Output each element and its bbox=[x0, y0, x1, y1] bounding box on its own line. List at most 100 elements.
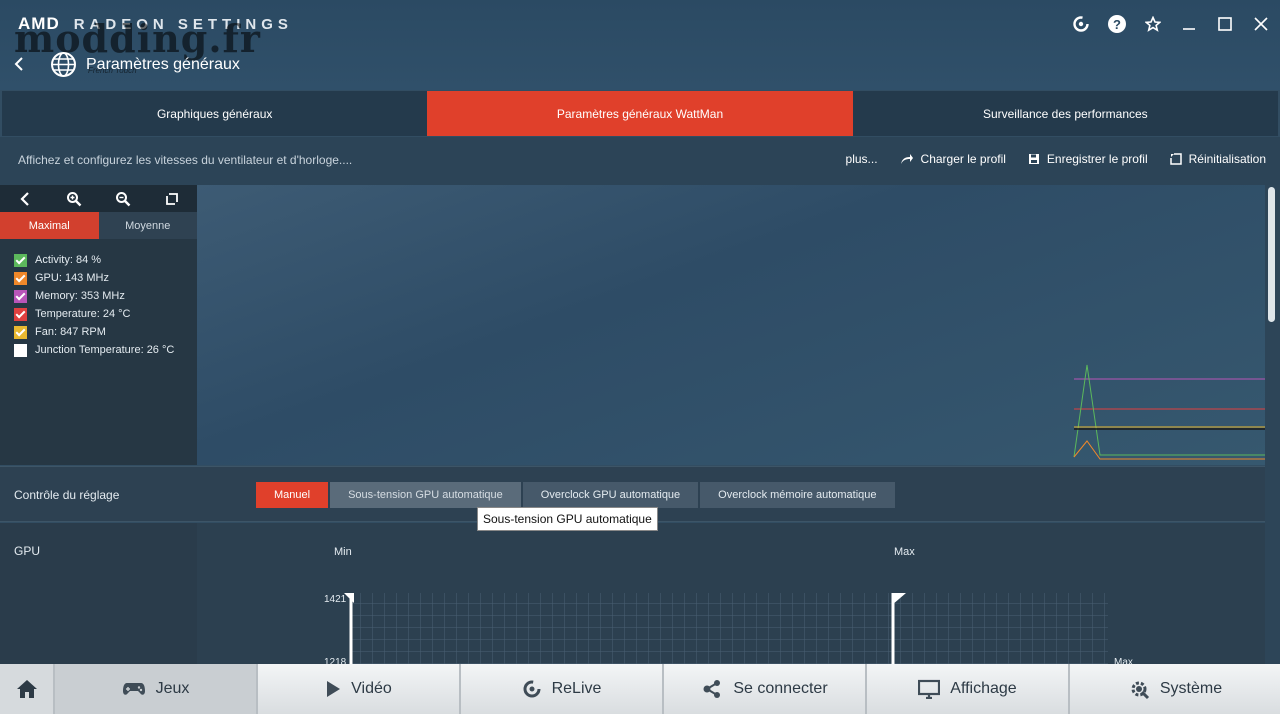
maximize-button[interactable] bbox=[1216, 10, 1234, 38]
mode-auto-oc-memory-button[interactable]: Overclock mémoire automatique bbox=[700, 482, 895, 508]
nav-label: Se connecter bbox=[733, 680, 828, 697]
graph-mode-tabs: Maximal Moyenne bbox=[0, 212, 197, 239]
close-button[interactable] bbox=[1252, 10, 1270, 38]
nav-se-connecter[interactable]: Se connecter bbox=[664, 664, 867, 714]
tab-graphiques-generaux[interactable]: Graphiques généraux bbox=[2, 91, 427, 136]
window-controls: ? bbox=[1072, 10, 1270, 38]
nav-video[interactable]: Vidéo bbox=[258, 664, 461, 714]
gpu-clock-chart[interactable] bbox=[0, 579, 1265, 665]
tab-bar: Graphiques généraux Paramètres généraux … bbox=[2, 91, 1278, 136]
graph-toolbar bbox=[0, 185, 197, 212]
legend-junction-temperature[interactable]: Junction Temperature: 26 °C bbox=[14, 341, 197, 359]
refresh-button[interactable] bbox=[1072, 10, 1090, 38]
expand-icon bbox=[166, 192, 179, 205]
mode-manuel-button[interactable]: Manuel bbox=[256, 482, 329, 508]
zoom-in-button[interactable] bbox=[49, 185, 98, 212]
legend-memory[interactable]: Memory: 353 MHz bbox=[14, 287, 197, 305]
save-profile-button[interactable]: Enregistrer le profil bbox=[1028, 152, 1148, 166]
graph-back-button[interactable] bbox=[0, 185, 49, 212]
fit-view-button[interactable] bbox=[148, 185, 197, 212]
checkbox-icon bbox=[14, 325, 27, 339]
legend-label: Fan: 847 RPM bbox=[35, 326, 106, 338]
zoom-in-icon bbox=[66, 191, 82, 206]
checkbox-icon bbox=[14, 343, 27, 357]
connect-icon bbox=[703, 680, 721, 698]
page-title: Paramètres généraux bbox=[86, 56, 240, 73]
tab-surveillance-performances[interactable]: Surveillance des performances bbox=[853, 91, 1278, 136]
more-link[interactable]: plus... bbox=[846, 152, 878, 166]
legend-temperature[interactable]: Temperature: 24 °C bbox=[14, 305, 197, 323]
monitor-icon bbox=[918, 679, 941, 699]
maximize-icon bbox=[1218, 17, 1232, 31]
close-icon bbox=[1254, 17, 1268, 31]
profile-actions: plus... Charger le profil Enregistrer le… bbox=[846, 152, 1266, 166]
info-description: Affichez et configurez les vitesses du v… bbox=[18, 153, 353, 167]
radeon-settings-window: AMD RADEON SETTINGS modding.fr French To… bbox=[0, 0, 1280, 714]
zoom-out-button[interactable] bbox=[99, 185, 148, 212]
help-icon: ? bbox=[1108, 15, 1126, 33]
tab-wattman[interactable]: Paramètres généraux WattMan bbox=[427, 91, 853, 136]
nav-label: ReLive bbox=[551, 680, 602, 697]
globe-icon bbox=[51, 52, 76, 77]
chevron-left-icon bbox=[14, 57, 23, 71]
checkbox-icon bbox=[14, 253, 27, 267]
load-profile-button[interactable]: Charger le profil bbox=[900, 152, 1006, 166]
legend-fan[interactable]: Fan: 847 RPM bbox=[14, 323, 197, 341]
play-icon bbox=[327, 681, 341, 697]
tooltip: Sous-tension GPU automatique bbox=[477, 507, 658, 531]
scrollbar-thumb[interactable] bbox=[1268, 187, 1275, 322]
star-icon bbox=[1145, 16, 1161, 32]
relive-icon bbox=[523, 680, 541, 698]
home-button[interactable] bbox=[0, 664, 55, 714]
load-profile-label: Charger le profil bbox=[920, 152, 1006, 166]
gpu-label: GPU bbox=[14, 544, 41, 558]
legend-label: Junction Temperature: 26 °C bbox=[35, 344, 175, 356]
nav-affichage[interactable]: Affichage bbox=[867, 664, 1070, 714]
minimize-icon bbox=[1183, 28, 1195, 30]
checkbox-icon bbox=[14, 307, 27, 321]
legend-label: Memory: 353 MHz bbox=[35, 290, 125, 302]
save-icon bbox=[1028, 154, 1039, 164]
tuning-control-label: Contrôle du réglage bbox=[14, 488, 120, 502]
chevron-left-icon bbox=[20, 191, 29, 206]
gpu-section-header: GPU Min Max bbox=[0, 523, 1265, 579]
graph-lines bbox=[1073, 364, 1265, 460]
favorite-button[interactable] bbox=[1144, 10, 1162, 38]
nav-label: Jeux bbox=[155, 680, 190, 697]
legend-label: Temperature: 24 °C bbox=[35, 308, 131, 320]
home-icon bbox=[16, 680, 37, 698]
nav-relive[interactable]: ReLive bbox=[461, 664, 664, 714]
mode-undervolt-button[interactable]: Sous-tension GPU automatique bbox=[330, 482, 521, 508]
help-button[interactable]: ? bbox=[1108, 10, 1126, 38]
mode-auto-oc-gpu-button[interactable]: Overclock GPU automatique bbox=[522, 482, 699, 508]
legend-label: Activity: 84 % bbox=[35, 254, 102, 266]
legend-activity[interactable]: Activity: 84 % bbox=[14, 251, 197, 269]
graph-legend-panel: Maximal Moyenne Activity: 84 % GPU: 143 … bbox=[0, 185, 197, 465]
gamepad-icon bbox=[122, 683, 145, 695]
chart-grid bbox=[352, 593, 1108, 665]
checkbox-icon bbox=[14, 289, 27, 303]
bottom-navigation: Jeux Vidéo ReLive Se connecter Affichage… bbox=[0, 664, 1280, 714]
min-label: Min bbox=[334, 546, 352, 558]
system-icon bbox=[1131, 681, 1149, 700]
share-arrow-icon bbox=[900, 154, 913, 164]
mode-moyenne-tab[interactable]: Moyenne bbox=[98, 212, 197, 239]
nav-systeme[interactable]: Système bbox=[1070, 664, 1280, 714]
title-bar: AMD RADEON SETTINGS modding.fr French To… bbox=[0, 0, 1280, 90]
legend-gpu[interactable]: GPU: 143 MHz bbox=[14, 269, 197, 287]
reset-icon bbox=[1169, 153, 1182, 165]
mode-maximal-tab[interactable]: Maximal bbox=[0, 212, 99, 239]
performance-graph[interactable] bbox=[197, 185, 1265, 465]
back-button[interactable] bbox=[8, 52, 30, 76]
vertical-scrollbar[interactable] bbox=[1265, 185, 1280, 665]
refresh-icon bbox=[1073, 16, 1089, 32]
minimize-button[interactable] bbox=[1180, 10, 1198, 38]
nav-label: Affichage bbox=[950, 680, 1017, 697]
gpu-minmax-header: Min Max bbox=[197, 523, 1265, 579]
reset-button[interactable]: Réinitialisation bbox=[1169, 152, 1266, 166]
nav-label: Vidéo bbox=[351, 680, 392, 697]
max-label: Max bbox=[894, 546, 915, 558]
nav-jeux[interactable]: Jeux bbox=[55, 664, 258, 714]
zoom-out-icon bbox=[116, 191, 131, 206]
gpu-clock-chart-row: 1421 1218 Max bbox=[0, 579, 1265, 668]
